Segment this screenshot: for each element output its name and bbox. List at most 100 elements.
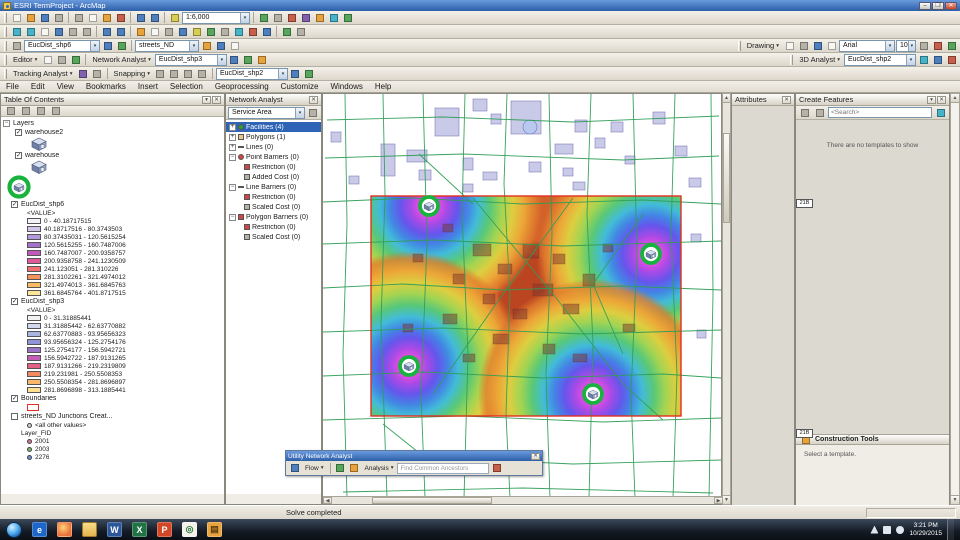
- list-by-source-icon[interactable]: [19, 105, 32, 117]
- show-desktop-button[interactable]: [947, 519, 954, 540]
- collapse-icon[interactable]: −: [3, 120, 10, 127]
- expand-icon[interactable]: +: [229, 123, 236, 131]
- menu-customize[interactable]: Customize: [275, 81, 325, 92]
- warehouse-symbol[interactable]: [3, 160, 224, 174]
- na-item-lines[interactable]: + Lines (0): [226, 142, 321, 152]
- map-view[interactable]: ◀ ▶: [322, 93, 723, 505]
- solve-icon[interactable]: [256, 54, 269, 66]
- toc-layer-boundaries[interactable]: ✓ Boundaries: [3, 394, 224, 403]
- firefox-icon[interactable]: [57, 522, 72, 537]
- clear-selection-icon[interactable]: [148, 26, 161, 38]
- close-button[interactable]: ✕: [945, 1, 957, 10]
- menu-windows[interactable]: Windows: [324, 81, 368, 92]
- legend-class[interactable]: 31.31885442 - 62.63770882: [3, 322, 224, 330]
- drawing-menu[interactable]: Drawing ▾: [744, 41, 782, 50]
- taskbar-clock[interactable]: 3:21 PM 10/29/2015: [909, 522, 942, 538]
- legend-value[interactable]: 2003: [3, 445, 224, 453]
- redo-icon[interactable]: [148, 12, 161, 24]
- visibility-checkbox[interactable]: ✓: [15, 152, 22, 159]
- menu-view[interactable]: View: [51, 81, 80, 92]
- pin-icon[interactable]: ▾: [202, 95, 211, 104]
- legend-class[interactable]: 0 - 31.31885441: [3, 314, 224, 322]
- pause-drawing-icon[interactable]: [294, 26, 307, 38]
- search-icon[interactable]: [327, 12, 340, 24]
- toc-root-layers[interactable]: − Layers: [3, 119, 224, 128]
- legend-value[interactable]: 2276: [3, 453, 224, 461]
- map-canvas[interactable]: [323, 94, 723, 498]
- rotate-icon[interactable]: [797, 40, 810, 52]
- zoom-in-icon[interactable]: [10, 26, 23, 38]
- undo-icon[interactable]: [134, 12, 147, 24]
- excel-icon[interactable]: X: [132, 522, 147, 537]
- menu-file[interactable]: File: [0, 81, 25, 92]
- minimize-button[interactable]: –: [919, 1, 931, 10]
- playback-icon[interactable]: [77, 68, 90, 80]
- visibility-checkbox[interactable]: ✓: [11, 395, 18, 402]
- visibility-checkbox[interactable]: ✓: [11, 298, 18, 305]
- close-icon[interactable]: ✕: [212, 95, 221, 104]
- construction-tools-header[interactable]: Construction Tools: [796, 434, 949, 445]
- forward-extent-icon[interactable]: [114, 26, 127, 38]
- dock-scrollbar[interactable]: ▲ ▼: [950, 93, 960, 505]
- go-to-xy-icon[interactable]: [260, 26, 273, 38]
- menu-help[interactable]: Help: [369, 81, 397, 92]
- refresh-view-icon[interactable]: [280, 26, 293, 38]
- legend-class[interactable]: 200.9358758 - 241.1230509: [3, 257, 224, 265]
- catalog-icon[interactable]: [313, 12, 326, 24]
- toc-layer-warehouse2[interactable]: ✓ warehouse2: [3, 128, 224, 137]
- html-popup-icon[interactable]: [204, 26, 217, 38]
- folder-explorer-icon[interactable]: [82, 522, 97, 537]
- toc-layer-eucdist3[interactable]: ✓ EucDist_shp3: [3, 297, 224, 306]
- expand-icon[interactable]: +: [229, 133, 236, 141]
- na-item-restriction[interactable]: Restriction (0): [226, 222, 321, 232]
- fixed-zoom-out-icon[interactable]: [80, 26, 93, 38]
- steepest-path-icon[interactable]: [945, 54, 958, 66]
- python-icon[interactable]: [341, 12, 354, 24]
- solve-trace-icon[interactable]: [490, 462, 503, 474]
- open-folder-icon[interactable]: [24, 12, 37, 24]
- legend-class[interactable]: 62.63770883 - 93.95656323: [3, 330, 224, 338]
- search-binoculars-icon[interactable]: [934, 107, 947, 119]
- organize-templates-icon[interactable]: [798, 107, 811, 119]
- interpolate-line-icon[interactable]: [917, 54, 930, 66]
- pan-hand-icon[interactable]: [38, 26, 51, 38]
- flow-menu[interactable]: Flow ▾: [302, 465, 327, 472]
- pointer-icon[interactable]: [783, 40, 796, 52]
- save-icon[interactable]: [38, 12, 51, 24]
- na-item-scaled-cost[interactable]: Scaled Cost (0): [226, 202, 321, 212]
- legend-class[interactable]: 321.4974013 - 361.6845763: [3, 281, 224, 289]
- powerpoint-icon[interactable]: P: [157, 522, 172, 537]
- network-dataset-combo[interactable]: streets_ND ▾: [135, 39, 199, 52]
- create-network-location-icon[interactable]: [242, 54, 255, 66]
- maximize-button[interactable]: ❐: [932, 1, 944, 10]
- network-analyst-window-icon[interactable]: [228, 54, 241, 66]
- analysis-layer-combo[interactable]: Service Area ▾: [228, 106, 305, 119]
- create-features-icon[interactable]: [69, 54, 82, 66]
- snapping-menu[interactable]: Snapping ▾: [111, 69, 153, 78]
- identify-icon[interactable]: [176, 26, 189, 38]
- filter-icon[interactable]: [813, 107, 826, 119]
- raster-layer-combo-4[interactable]: EucDist_shp2 ▾: [844, 53, 916, 66]
- na-item-polygon-barriers[interactable]: − Polygon Barriers (0): [226, 212, 321, 222]
- editor-pencil-icon[interactable]: [257, 12, 270, 24]
- network-identify-icon[interactable]: [214, 40, 227, 52]
- na-item-scaled-cost[interactable]: Scaled Cost (0): [226, 232, 321, 242]
- select-features-icon[interactable]: [134, 26, 147, 38]
- map-scale-combo[interactable]: 1:6,000 ▾: [182, 11, 250, 24]
- list-by-visibility-icon[interactable]: [34, 105, 47, 117]
- legend-class[interactable]: 125.2754177 - 156.5942721: [3, 346, 224, 354]
- raster-layer-combo-1[interactable]: EucDist_shp6 ▾: [24, 39, 100, 52]
- font-name-combo[interactable]: Arial ▾: [839, 39, 895, 52]
- legend-class[interactable]: 160.7487007 - 200.9358757: [3, 249, 224, 257]
- pin-icon[interactable]: ▾: [927, 95, 936, 104]
- legend-class[interactable]: 250.5508354 - 281.8696897: [3, 378, 224, 386]
- na-item-facilities[interactable]: + Facilities (4): [226, 122, 321, 132]
- utility-network-analyst-toolbar[interactable]: Utility Network Analyst ✕ Flow ▾ Analysis…: [285, 450, 543, 476]
- raster-layer-combo-3[interactable]: EucDist_shp3 ▾: [154, 53, 227, 66]
- new-document-icon[interactable]: [10, 12, 23, 24]
- collapse-icon[interactable]: −: [229, 213, 236, 221]
- copy-icon[interactable]: [86, 12, 99, 24]
- collapse-icon[interactable]: −: [229, 183, 236, 191]
- add-data-icon[interactable]: [168, 12, 181, 24]
- profile-graph-icon[interactable]: [931, 54, 944, 66]
